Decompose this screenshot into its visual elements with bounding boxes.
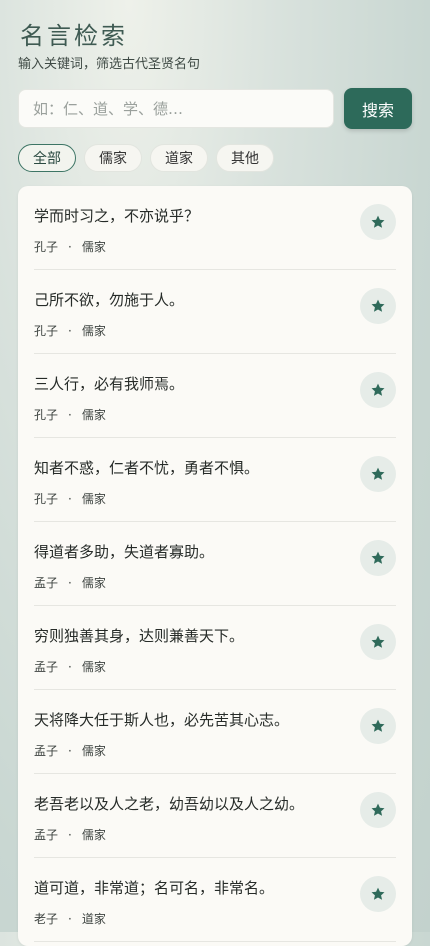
favorite-button[interactable] bbox=[360, 540, 396, 576]
quote-author: 孟子 bbox=[34, 828, 59, 842]
quote-text: 得道者多助，失道者寡助。 bbox=[34, 543, 215, 561]
quote-item: 知者不惑，仁者不忧，勇者不惧。 孔子 · 儒家 bbox=[34, 438, 396, 522]
favorite-button[interactable] bbox=[360, 204, 396, 240]
quote-text: 知者不惑，仁者不忧，勇者不惧。 bbox=[34, 459, 260, 477]
quote-school: 道家 bbox=[81, 912, 106, 926]
quote-item: 学而时习之，不亦说乎？ 孔子 · 儒家 bbox=[34, 186, 396, 270]
meta-separator: · bbox=[68, 575, 72, 590]
quote-text: 老吾老以及人之老，幼吾幼以及人之幼。 bbox=[34, 795, 305, 813]
quote-school: 儒家 bbox=[81, 324, 106, 338]
search-button[interactable]: 搜索 bbox=[344, 88, 412, 129]
quote-meta: 孟子 · 儒家 bbox=[34, 826, 106, 843]
meta-separator: · bbox=[68, 491, 72, 506]
star-icon bbox=[371, 719, 385, 732]
quote-school: 儒家 bbox=[81, 744, 106, 758]
filter-chip-all[interactable]: 全部 bbox=[18, 144, 76, 172]
page-title: 名言检索 bbox=[20, 22, 128, 50]
search-input[interactable] bbox=[18, 89, 334, 128]
quote-text: 己所不欲，勿施于人。 bbox=[34, 291, 185, 309]
quote-author: 老子 bbox=[34, 912, 59, 926]
star-icon bbox=[371, 551, 385, 564]
quote-meta: 孟子 · 儒家 bbox=[34, 742, 106, 759]
quote-meta: 孔子 · 儒家 bbox=[34, 490, 106, 507]
star-icon bbox=[371, 635, 385, 648]
quote-author: 孟子 bbox=[34, 576, 59, 590]
filter-chip-other[interactable]: 其他 bbox=[216, 144, 274, 172]
star-icon bbox=[371, 887, 385, 900]
favorite-button[interactable] bbox=[360, 624, 396, 660]
quote-author: 孔子 bbox=[34, 240, 59, 254]
favorite-button[interactable] bbox=[360, 792, 396, 828]
favorite-button[interactable] bbox=[360, 372, 396, 408]
quote-author: 孟子 bbox=[34, 660, 59, 674]
quote-item: 得道者多助，失道者寡助。 孟子 · 儒家 bbox=[34, 522, 396, 606]
meta-separator: · bbox=[68, 659, 72, 674]
quote-item: 天将降大任于斯人也，必先苦其心志。 孟子 · 儒家 bbox=[34, 690, 396, 774]
app: 名言检索 输入关键词，筛选古代圣贤名句 搜索 全部 儒家 道家 其他 学而时习之… bbox=[0, 0, 430, 946]
quote-text: 三人行，必有我师焉。 bbox=[34, 375, 185, 393]
quote-meta: 老子 · 道家 bbox=[34, 910, 106, 927]
meta-separator: · bbox=[68, 407, 72, 422]
quote-school: 儒家 bbox=[81, 408, 106, 422]
quote-list: 学而时习之，不亦说乎？ 孔子 · 儒家 己所不欲，勿施于人。 孔子 · 儒家 三… bbox=[18, 186, 412, 946]
quote-author: 孔子 bbox=[34, 408, 59, 422]
quote-author: 孟子 bbox=[34, 744, 59, 758]
page-subtitle: 输入关键词，筛选古代圣贤名句 bbox=[18, 57, 201, 72]
star-icon bbox=[371, 215, 385, 228]
quote-author: 孔子 bbox=[34, 324, 59, 338]
quote-school: 儒家 bbox=[81, 492, 106, 506]
favorite-button[interactable] bbox=[360, 288, 396, 324]
quote-school: 儒家 bbox=[81, 660, 106, 674]
star-icon bbox=[371, 383, 385, 396]
filter-chip-taoist[interactable]: 道家 bbox=[150, 144, 208, 172]
quote-meta: 孟子 · 儒家 bbox=[34, 574, 106, 591]
quote-item: 三人行，必有我师焉。 孔子 · 儒家 bbox=[34, 354, 396, 438]
quote-text: 天将降大任于斯人也，必先苦其心志。 bbox=[34, 711, 290, 729]
quote-text: 学而时习之，不亦说乎？ bbox=[34, 207, 200, 225]
quote-school: 儒家 bbox=[81, 828, 106, 842]
quote-meta: 孔子 · 儒家 bbox=[34, 238, 106, 255]
quote-text: 道可道，非常道；名可名，非常名。 bbox=[34, 879, 275, 897]
quote-meta: 孔子 · 儒家 bbox=[34, 322, 106, 339]
filter-chip-confucian[interactable]: 儒家 bbox=[84, 144, 142, 172]
favorite-button[interactable] bbox=[360, 456, 396, 492]
meta-separator: · bbox=[68, 827, 72, 842]
filter-chips: 全部 儒家 道家 其他 bbox=[18, 144, 274, 172]
favorite-button[interactable] bbox=[360, 876, 396, 912]
quote-school: 儒家 bbox=[81, 240, 106, 254]
quote-item: 穷则独善其身，达则兼善天下。 孟子 · 儒家 bbox=[34, 606, 396, 690]
meta-separator: · bbox=[68, 743, 72, 758]
meta-separator: · bbox=[68, 911, 72, 926]
quote-meta: 孟子 · 儒家 bbox=[34, 658, 106, 675]
meta-separator: · bbox=[68, 239, 72, 254]
quote-text: 穷则独善其身，达则兼善天下。 bbox=[34, 627, 245, 645]
quote-item: 老吾老以及人之老，幼吾幼以及人之幼。 孟子 · 儒家 bbox=[34, 774, 396, 858]
star-icon bbox=[371, 299, 385, 312]
star-icon bbox=[371, 803, 385, 816]
quote-item: 己所不欲，勿施于人。 孔子 · 儒家 bbox=[34, 270, 396, 354]
quote-author: 孔子 bbox=[34, 492, 59, 506]
star-icon bbox=[371, 467, 385, 480]
quote-meta: 孔子 · 儒家 bbox=[34, 406, 106, 423]
quote-item: 道可道，非常道；名可名，非常名。 老子 · 道家 bbox=[34, 858, 396, 942]
quote-school: 儒家 bbox=[81, 576, 106, 590]
meta-separator: · bbox=[68, 323, 72, 338]
favorite-button[interactable] bbox=[360, 708, 396, 744]
